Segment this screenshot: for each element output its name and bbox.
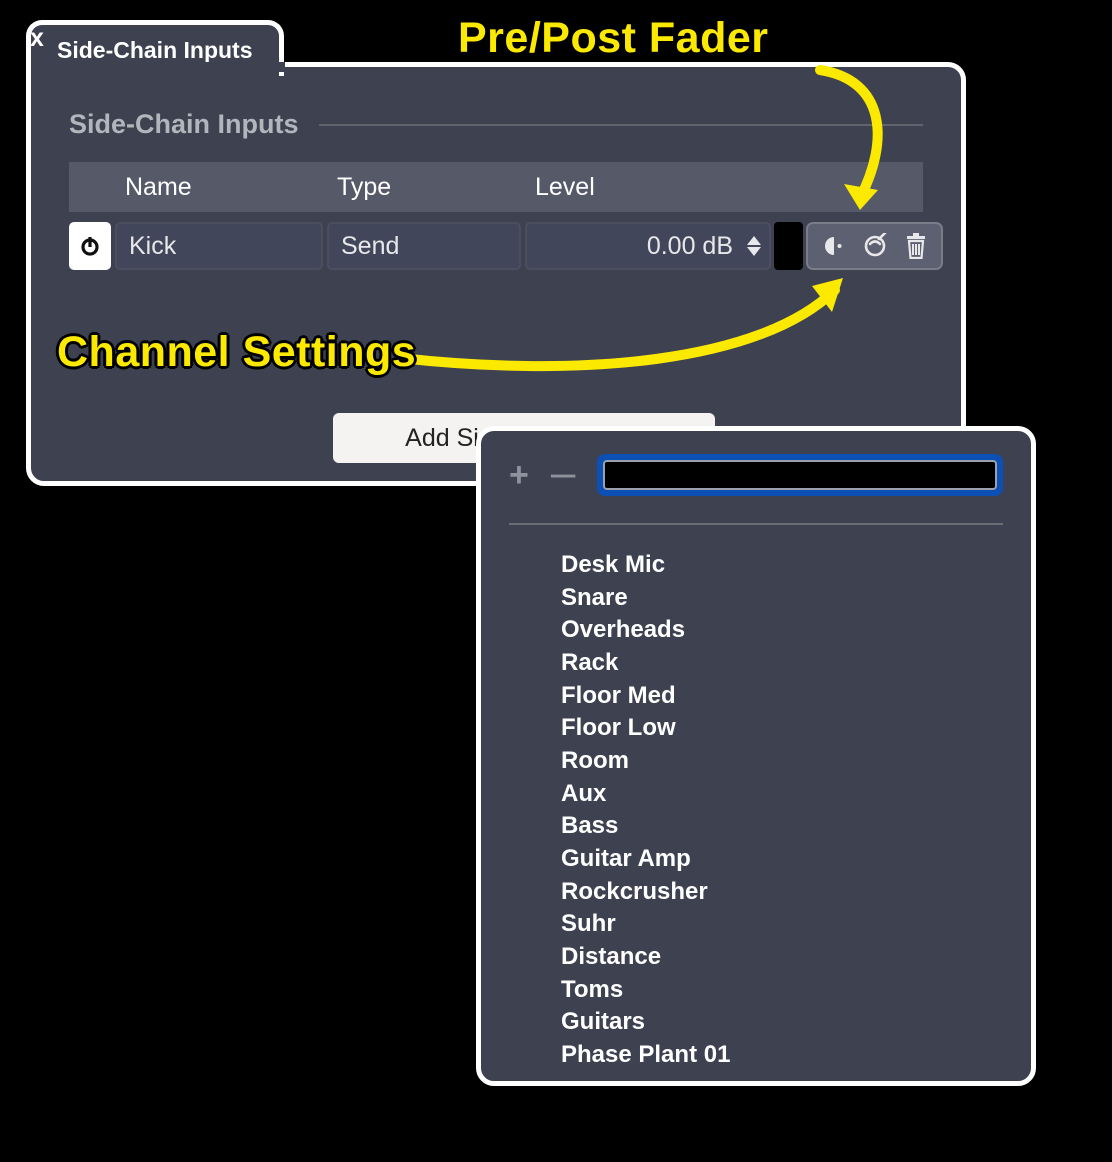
search-input[interactable] bbox=[597, 454, 1003, 496]
pre-post-fader-icon bbox=[822, 234, 846, 258]
search-inner bbox=[603, 460, 997, 490]
tab-seam bbox=[31, 62, 285, 72]
section-title: Side-Chain Inputs bbox=[69, 109, 299, 140]
list-item[interactable]: Distance bbox=[561, 941, 1003, 973]
annotation-pre-post-fader: Pre/Post Fader bbox=[458, 14, 769, 63]
expand-button[interactable]: + bbox=[509, 458, 529, 492]
section-divider bbox=[319, 124, 924, 126]
list-item[interactable]: Desk Mic bbox=[561, 549, 1003, 581]
list-item[interactable]: Rockcrusher bbox=[561, 876, 1003, 908]
list-item[interactable]: Suhr bbox=[561, 908, 1003, 940]
list-item[interactable]: Guitars bbox=[561, 1006, 1003, 1038]
col-name: Name bbox=[111, 173, 323, 202]
table-header: Name Type Level bbox=[69, 162, 923, 212]
sidechain-inputs-panel: Side-Chain Inputs Name Type Level Kick S… bbox=[26, 62, 966, 486]
level-stepper[interactable] bbox=[747, 236, 761, 256]
annotation-channel-settings: Channel Settings bbox=[57, 328, 416, 377]
list-item[interactable]: Rack bbox=[561, 647, 1003, 679]
list-item[interactable]: Room bbox=[561, 745, 1003, 777]
channel-settings-icon bbox=[862, 233, 888, 259]
list-item[interactable]: Toms bbox=[561, 974, 1003, 1006]
col-type: Type bbox=[323, 173, 521, 202]
list-item[interactable]: Overheads bbox=[561, 614, 1003, 646]
list-item[interactable]: Guitar Amp bbox=[561, 843, 1003, 875]
table-row: Kick Send 0.00 dB bbox=[69, 222, 923, 270]
row-actions bbox=[806, 222, 943, 270]
list-item[interactable]: Bass bbox=[561, 810, 1003, 842]
input-type-field[interactable]: Send bbox=[327, 222, 521, 270]
power-icon bbox=[80, 236, 100, 256]
stepper-up-icon[interactable] bbox=[747, 236, 761, 245]
channel-picker-panel: + – Desk MicSnareOverheadsRackFloor MedF… bbox=[476, 426, 1036, 1086]
input-name-field[interactable]: Kick bbox=[115, 222, 323, 270]
trash-icon bbox=[904, 233, 928, 259]
level-value: 0.00 dB bbox=[647, 232, 733, 261]
channel-settings-button[interactable] bbox=[860, 231, 890, 261]
delete-button[interactable] bbox=[901, 231, 931, 261]
channel-list: Desk MicSnareOverheadsRackFloor MedFloor… bbox=[481, 525, 1031, 1071]
close-button[interactable]: x bbox=[30, 24, 44, 53]
collapse-button[interactable]: – bbox=[551, 451, 575, 495]
list-item[interactable]: Phase Plant 01 bbox=[561, 1039, 1003, 1071]
col-level: Level bbox=[521, 173, 805, 202]
input-level-field[interactable]: 0.00 dB bbox=[525, 222, 771, 270]
list-item[interactable]: Snare bbox=[561, 582, 1003, 614]
stepper-down-icon[interactable] bbox=[747, 247, 761, 256]
pre-post-fader-button[interactable] bbox=[819, 231, 849, 261]
row-gap bbox=[774, 222, 803, 270]
list-item[interactable]: Floor Low bbox=[561, 712, 1003, 744]
power-toggle[interactable] bbox=[69, 222, 111, 270]
list-item[interactable]: Floor Med bbox=[561, 680, 1003, 712]
list-item[interactable]: Aux bbox=[561, 778, 1003, 810]
